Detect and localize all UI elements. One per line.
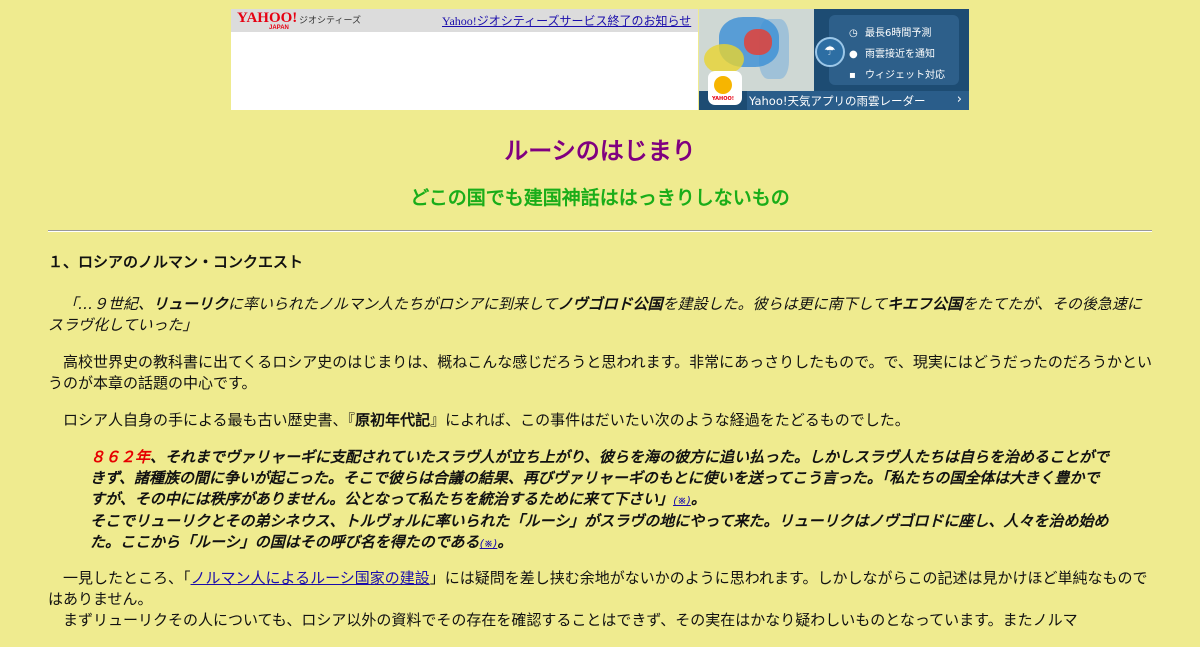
app-icon-label: YAHOO! <box>712 96 734 102</box>
feature-list-box: ◷ 最長6時間予測 ● 雨雲接近を通知 ▪ ウィジェット対応 <box>829 15 959 85</box>
quote-text: に率いられたノルマン人たちがロシアに到来して <box>228 295 558 313</box>
norman-rus-state-link[interactable]: ノルマン人によるルーシ国家の建設 <box>191 569 430 587</box>
paragraph-text: ロシア人自身の手による最も古い歴史書、『 <box>63 411 356 429</box>
paragraph-text: 一見したところ、「 <box>63 569 191 587</box>
promo-bar[interactable]: Yahoo!天気アプリの雨雲レーダー › <box>747 91 969 110</box>
chronicle-year: ８６２年 <box>90 448 151 466</box>
yahoo-logo-text: YAHOO! <box>237 10 298 26</box>
chronicle-text: そこでリューリクとその弟シネウス、トルヴォルに率いられた「ルーシ」がスラヴの地に… <box>90 512 1109 551</box>
kiev-emphasis: キエフ公国 <box>887 295 963 313</box>
paragraph: 一見したところ、「ノルマン人によるルーシ国家の建設」には疑問を差し挟む余地がない… <box>48 568 1154 610</box>
book-title: 原初年代記 <box>355 411 431 429</box>
chronicle-excerpt: ８６２年、それまでヴァリャーギに支配されていたスラヴ人が立ち上がり、彼らを海の彼… <box>90 447 1114 554</box>
chronicle-text: 。 <box>497 533 513 551</box>
yahoo-japan-logo[interactable]: YAHOO! JAPAN <box>237 10 298 32</box>
footnote-link[interactable]: (※) <box>673 494 691 507</box>
weather-app-ad[interactable]: ◷ 最長6時間予測 ● 雨雲接近を通知 ▪ ウィジェット対応 ☂ YAHOO! Yah… <box>699 9 969 110</box>
rain-cloud-icon: ☂ <box>815 37 845 67</box>
page-subtitle: どこの国でも建国神話ははっきりしないもの <box>410 187 790 209</box>
feature-label: ウィジェット対応 <box>865 70 945 81</box>
paragraph: 高校世界史の教科書に出てくるロシア史のはじまりは、概ねこんな感じだろうと思われま… <box>48 353 1153 392</box>
geocities-notice-panel: YAHOO! JAPAN ジオシティーズ Yahoo!ジオシティーズサービス終了… <box>231 9 698 110</box>
service-end-notice-link[interactable]: Yahoo!ジオシティーズサービス終了のお知らせ <box>442 12 691 29</box>
paragraph-text: 』によれば、この事件はだいたい次のような経過をたどるものでした。 <box>430 411 910 429</box>
chevron-right-icon: › <box>956 92 962 107</box>
paragraph: ロシア人自身の手による最も古い歴史書、『原初年代記』によれば、この事件はだいたい… <box>48 410 1154 431</box>
promo-text: Yahoo!天気アプリの雨雲レーダー <box>749 94 926 108</box>
page-title: ルーシのはじまり <box>504 137 696 165</box>
chronicle-text: 、それまでヴァリャーギに支配されていたスラヴ人が立ち上がり、彼らを海の彼方に追い… <box>90 448 1109 508</box>
geocities-service-name: ジオシティーズ <box>299 16 362 26</box>
textbook-quote: 「…９世紀、リューリクに率いられたノルマン人たちがロシアに到来してノヴゴロド公国… <box>48 294 1154 336</box>
article-body: １、ロシアのノルマン・コンクエスト 「…９世紀、リューリクに率いられたノルマン人… <box>48 252 1154 647</box>
feature-item: ◷ 最長6時間予測 <box>849 24 931 39</box>
feature-label: 最長6時間予測 <box>865 28 932 39</box>
chronicle-text: 。 <box>690 490 706 508</box>
paragraph: まずリューリクその人についても、ロシア以外の資料でその存在を確認することはできず… <box>63 611 1078 629</box>
location-icon: ● <box>849 49 858 60</box>
geocities-header-bar: YAHOO! JAPAN ジオシティーズ Yahoo!ジオシティーズサービス終了… <box>231 9 698 32</box>
rurik-emphasis: リューリク <box>153 295 229 313</box>
feature-item: ▪ ウィジェット対応 <box>849 66 945 81</box>
quote-text: 「…９世紀、 <box>63 295 154 313</box>
feature-label: 雨雲接近を通知 <box>865 49 935 60</box>
ad-banner: YAHOO! JAPAN ジオシティーズ Yahoo!ジオシティーズサービス終了… <box>231 9 969 110</box>
horizontal-divider <box>48 230 1152 232</box>
novgorod-emphasis: ノヴゴロド公国 <box>557 295 663 313</box>
feature-item: ● 雨雲接近を通知 <box>849 45 935 60</box>
widget-icon: ▪ <box>849 70 856 81</box>
quote-text: を建設した。彼らは更に南下して <box>662 295 888 313</box>
weather-app-icon: YAHOO! <box>708 71 742 105</box>
footnote-link[interactable]: (※) <box>480 537 498 550</box>
section-heading: １、ロシアのノルマン・コンクエスト <box>48 253 304 271</box>
clock-icon: ◷ <box>849 28 858 39</box>
